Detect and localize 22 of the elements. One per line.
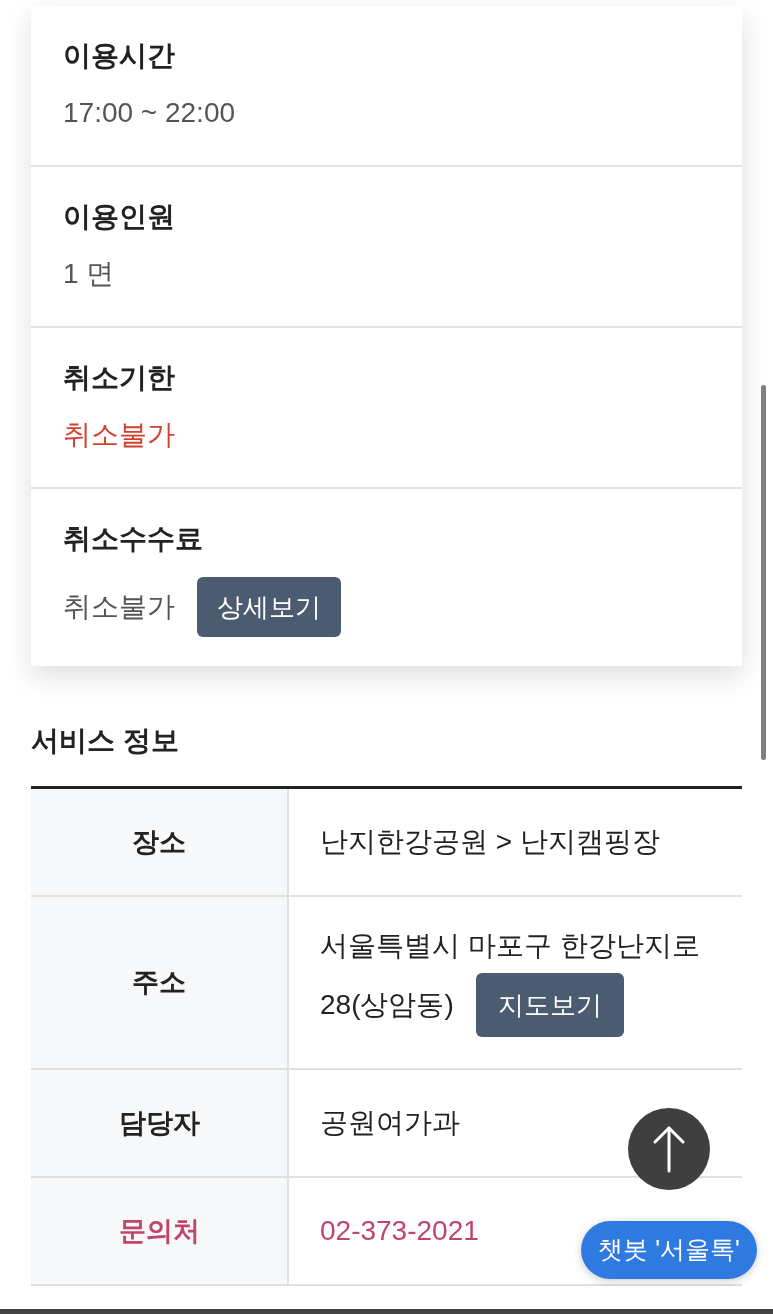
table-header-cell: 담당자 [31, 1070, 289, 1176]
detail-label: 이용시간 [63, 39, 176, 73]
table-cell-text: 28(상암동) [320, 988, 454, 1022]
detail-value: 17:00 ~ 22:00 [63, 96, 236, 130]
scrollbar-thumb[interactable] [761, 385, 766, 760]
detail-label: 이용인원 [63, 200, 176, 234]
detail-label: 취소수수료 [63, 522, 204, 556]
table-cell-text: 02-373-2021 [320, 1214, 479, 1248]
detail-value: 취소불가 [63, 418, 175, 452]
table-cell-text: 난지한강공원 > 난지캠핑장 [320, 825, 660, 859]
map-button[interactable]: 지도보기 [475, 973, 624, 1037]
table-cell-text: 서울특별시 마포구 한강난지로 [320, 929, 700, 963]
table-header-cell: 주소 [31, 897, 289, 1068]
table-cell-text: 공원여가과 [320, 1106, 460, 1140]
detail-value: 취소불가 [63, 590, 175, 624]
detail-label: 취소기한 [63, 361, 176, 395]
table-header-cell: 문의처 [31, 1178, 289, 1284]
table-header-cell: 장소 [31, 789, 289, 895]
details-button[interactable]: 상세보기 [197, 577, 341, 637]
chatbot-button[interactable]: 챗봇 '서울톡' [581, 1221, 757, 1279]
section-heading: 서비스 정보 [31, 724, 180, 758]
detail-value: 1 면 [63, 257, 115, 291]
